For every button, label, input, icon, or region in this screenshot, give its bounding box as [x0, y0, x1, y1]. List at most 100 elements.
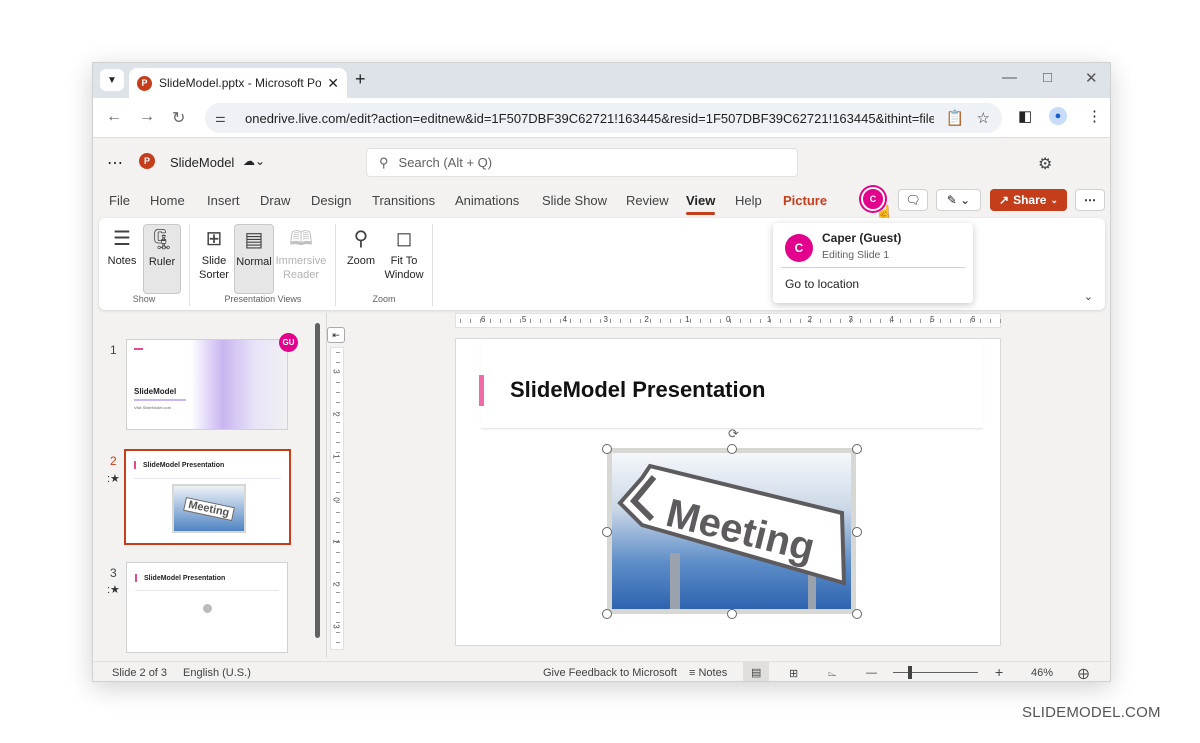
slide-thumbnail-3[interactable]: SlideModel Presentation [126, 562, 288, 653]
ruler-tick [640, 319, 641, 323]
slide-sorter-status-button[interactable]: ⊞ [789, 667, 798, 680]
resize-handle-sw[interactable] [602, 609, 612, 619]
slide-thumbnail-2[interactable]: SlideModel Presentation Meeting [124, 449, 291, 545]
side-panel-icon[interactable]: ◧ [1018, 107, 1032, 125]
fit-to-window-button[interactable]: ◻ Fit To Window [382, 224, 426, 282]
more-options-button[interactable]: ⋯ [1075, 189, 1105, 211]
ruler-tick [336, 392, 340, 393]
ruler-tick [960, 319, 961, 323]
reading-view-button[interactable]: ⌳ [828, 667, 837, 680]
ruler-tick-label: 3 [331, 624, 341, 629]
notes-button[interactable]: ☰ Notes [105, 224, 139, 268]
resize-handle-s[interactable] [727, 609, 737, 619]
resize-handle-ne[interactable] [852, 444, 862, 454]
normal-view-status-button[interactable]: ▤ [743, 662, 770, 681]
ruler-button[interactable]: 🗜 Ruler [143, 224, 181, 294]
collaborator-name: Caper (Guest) [822, 231, 902, 245]
zoom-slider-thumb[interactable] [907, 666, 912, 679]
pane-divider[interactable] [326, 313, 327, 658]
tab-draw[interactable]: Draw [260, 193, 290, 208]
search-box[interactable]: ⚲ Search (Alt + Q) [366, 148, 798, 177]
ruler-tick [480, 319, 481, 323]
resize-handle-w[interactable] [602, 527, 612, 537]
comments-button[interactable]: 🗨 [898, 189, 928, 211]
app-launcher-icon[interactable]: ⋯ [107, 153, 123, 173]
profile-avatar[interactable]: ● [1049, 107, 1067, 125]
thumbnails-scrollbar[interactable] [315, 323, 320, 638]
settings-gear-icon[interactable]: ⚙ [1038, 154, 1052, 174]
resize-handle-se[interactable] [852, 609, 862, 619]
share-button[interactable]: ↗ Share ⌄ [990, 189, 1067, 211]
back-button[interactable]: ← [106, 108, 122, 126]
resize-handle-n[interactable] [727, 444, 737, 454]
ruler-tick-label: 4 [562, 315, 568, 324]
zoom-level[interactable]: 46% [1031, 667, 1053, 679]
browser-tab[interactable]: P SlideModel.pptx - Microsoft Po ✕ [129, 68, 347, 98]
horizontal-ruler: 6543210123456 [455, 313, 1001, 328]
zoom-button[interactable]: ⚲ Zoom [343, 224, 379, 268]
slide-thumbnail-1[interactable]: SlideModel Visit SlideModel.com [126, 339, 288, 430]
maximize-button[interactable]: □ [1043, 69, 1052, 86]
tab-slide-show[interactable]: Slide Show [542, 193, 607, 208]
resize-handle-nw[interactable] [602, 444, 612, 454]
url-text: onedrive.live.com/edit?action=editnew&id… [245, 110, 934, 126]
meeting-picture[interactable]: Meeting [607, 448, 856, 614]
ruler-tick [336, 582, 340, 583]
reload-button[interactable]: ↻ [172, 108, 185, 128]
zoom-in-button[interactable]: + [995, 664, 1003, 680]
forward-button[interactable]: → [139, 108, 155, 126]
tab-picture[interactable]: Picture [783, 193, 827, 208]
go-to-location-link[interactable]: Go to location [785, 277, 859, 291]
ruler-tick [980, 319, 981, 323]
close-window-button[interactable]: ✕ [1085, 69, 1098, 87]
tab-review[interactable]: Review [626, 193, 669, 208]
ruler-tick [336, 432, 340, 433]
rotate-handle-icon[interactable]: ⟳ [728, 426, 739, 442]
site-info-icon[interactable]: ⚌ [215, 111, 235, 125]
slide-title[interactable]: SlideModel Presentation [510, 377, 766, 403]
zoom-slider[interactable] [893, 672, 978, 673]
ruler-tick [560, 319, 561, 323]
tab-design[interactable]: Design [311, 193, 351, 208]
ruler-tick [336, 522, 340, 523]
minimize-button[interactable]: — [1002, 69, 1017, 86]
feedback-link[interactable]: Give Feedback to Microsoft [543, 667, 677, 679]
cloud-saved-icon[interactable]: ☁⌄ [243, 154, 265, 168]
document-name[interactable]: SlideModel [170, 155, 234, 170]
ruler-tick [690, 319, 691, 323]
normal-view-button[interactable]: ▤ Normal [234, 224, 274, 294]
fit-slide-icon[interactable]: ⨁ [1078, 667, 1089, 680]
ribbon-expand-chevron-icon[interactable]: ⌄ [1084, 290, 1093, 303]
url-field[interactable]: ⚌ onedrive.live.com/edit?action=editnew&… [205, 103, 1002, 133]
tab-view[interactable]: View [686, 193, 716, 215]
resize-handle-e[interactable] [852, 527, 862, 537]
close-tab-icon[interactable]: ✕ [327, 75, 339, 92]
ribbon-divider [432, 224, 433, 306]
collapse-thumbnails-button[interactable]: ⇤ [327, 327, 345, 343]
fit-window-icon: ◻ [395, 228, 413, 250]
tab-home[interactable]: Home [150, 193, 185, 208]
zoom-out-button[interactable]: — [866, 667, 877, 679]
clipboard-icon[interactable]: 📋 [946, 109, 965, 127]
tab-help[interactable]: Help [735, 193, 762, 208]
slide-number-3: 3 [110, 566, 117, 580]
slide-canvas[interactable]: SlideModel Presentation ⟳ Meeting [455, 338, 1001, 646]
tab-transitions[interactable]: Transitions [372, 193, 435, 208]
pencil-icon: ✎ ⌄ [946, 193, 971, 207]
slide-sorter-button[interactable]: ⊞ Slide Sorter [197, 224, 231, 282]
ruler-tick [800, 319, 801, 323]
tab-insert[interactable]: Insert [207, 193, 240, 208]
browser-menu-icon[interactable]: ⋮ [1087, 107, 1102, 125]
tab-search-button[interactable]: ▼ [100, 69, 124, 91]
language[interactable]: English (U.S.) [183, 667, 251, 679]
new-tab-button[interactable]: + [355, 69, 366, 90]
notes-toggle[interactable]: ≡ Notes [689, 667, 727, 679]
tab-file[interactable]: File [109, 193, 130, 208]
ruler-tick [336, 632, 340, 633]
ruler-tick [336, 422, 340, 423]
editing-mode-button[interactable]: ✎ ⌄ [936, 189, 981, 211]
ruler-tick-label: 1 [685, 315, 690, 324]
bookmark-star-icon[interactable]: ☆ [977, 109, 990, 127]
share-label: Share [1013, 193, 1047, 207]
tab-animations[interactable]: Animations [455, 193, 519, 208]
